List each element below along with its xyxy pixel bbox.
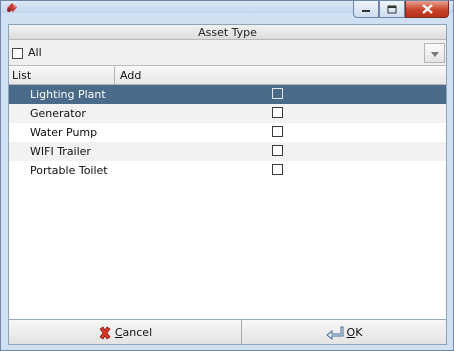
row-label: Water Pump — [30, 126, 98, 139]
maximize-button[interactable] — [379, 1, 405, 18]
return-arrow-icon — [325, 326, 344, 340]
row-add-checkbox[interactable] — [272, 126, 283, 137]
close-icon — [421, 4, 433, 14]
cancel-button[interactable]: Cancel — [9, 320, 242, 345]
table-row[interactable]: WIFI Trailer — [9, 142, 446, 161]
table-row[interactable]: Generator — [9, 104, 446, 123]
cancel-label: Cancel — [114, 326, 153, 339]
row-add-checkbox[interactable] — [272, 88, 283, 99]
minimize-button[interactable] — [353, 1, 379, 18]
column-header-list[interactable]: List — [9, 66, 115, 85]
row-label: Portable Toilet — [30, 164, 108, 177]
button-bar: Cancel OK — [9, 319, 446, 345]
dialog-content: Asset Type All List Add Lighting Plant G… — [8, 24, 447, 345]
row-label: WIFI Trailer — [30, 145, 91, 158]
row-add-checkbox[interactable] — [272, 145, 283, 156]
row-add-checkbox[interactable] — [272, 164, 283, 175]
minimize-icon — [362, 10, 370, 12]
caption-buttons — [353, 1, 449, 18]
all-label: All — [28, 46, 42, 59]
table-header: List Add — [9, 66, 446, 85]
ok-label: OK — [346, 326, 363, 339]
cancel-x-icon — [99, 326, 111, 339]
app-icon — [7, 3, 17, 12]
dialog-title: Asset Type — [9, 25, 446, 40]
all-checkbox[interactable] — [12, 48, 23, 59]
row-label: Lighting Plant — [30, 88, 106, 101]
filter-dropdown-button[interactable] — [424, 43, 445, 63]
all-filter-row: All — [9, 40, 446, 66]
dialog-window: Asset Type All List Add Lighting Plant G… — [0, 0, 454, 351]
table-row[interactable]: Portable Toilet — [9, 161, 446, 180]
ok-button[interactable]: OK — [242, 320, 446, 345]
close-button[interactable] — [405, 1, 449, 18]
table-row[interactable]: Water Pump — [9, 123, 446, 142]
maximize-icon — [387, 5, 397, 13]
row-add-checkbox[interactable] — [272, 107, 283, 118]
asset-type-list: Lighting Plant Generator Water Pump WIFI… — [9, 85, 446, 180]
table-row[interactable]: Lighting Plant — [9, 85, 446, 104]
column-header-add[interactable]: Add — [115, 66, 446, 85]
chevron-down-icon — [431, 52, 439, 57]
row-label: Generator — [30, 107, 86, 120]
